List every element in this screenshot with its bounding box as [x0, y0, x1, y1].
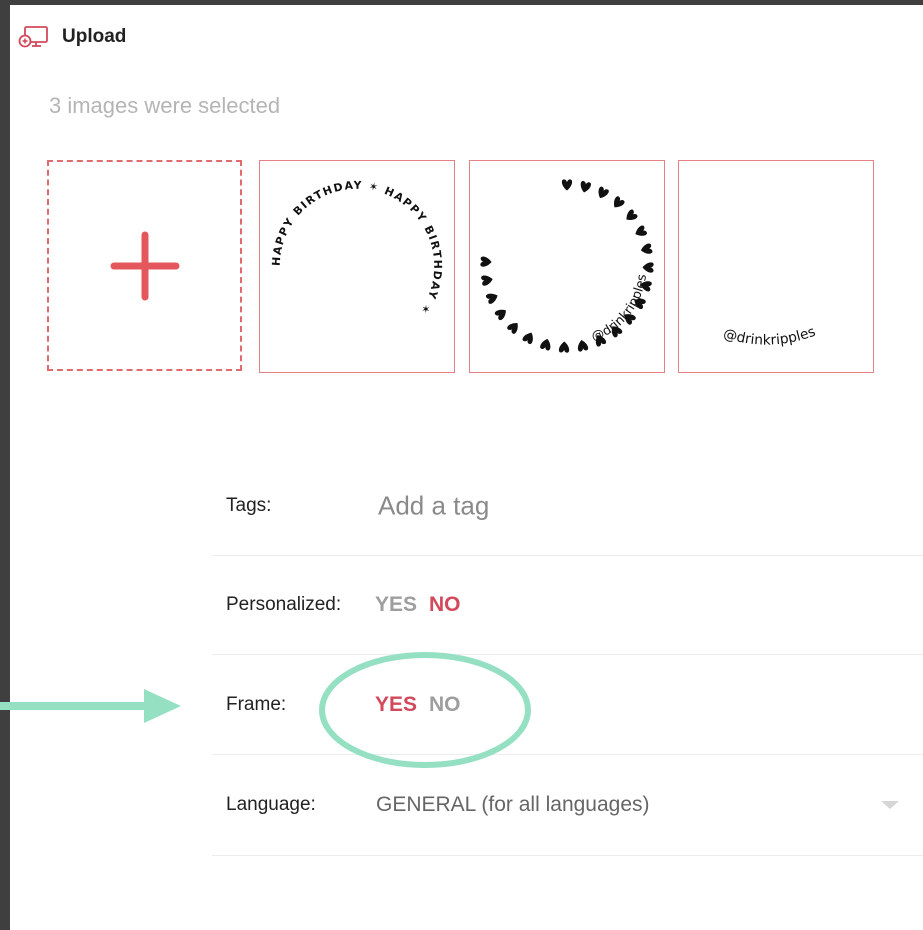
annotation-ellipse-icon [319, 652, 531, 768]
heart-icon [580, 180, 591, 193]
upload-monitor-icon [18, 24, 50, 50]
hearts-ring [480, 179, 654, 353]
image-caption: @drinkripples [721, 324, 817, 349]
heart-icon [577, 340, 589, 352]
chevron-down-icon [881, 801, 899, 809]
happy-birthday-ring-image: HAPPY BIRTHDAY ✶ HAPPY BIRTHDAY ✶ [270, 179, 445, 318]
language-select[interactable]: GENERAL (for all languages) [376, 788, 899, 822]
heart-icon [522, 332, 533, 345]
heart-icon [540, 338, 551, 351]
personalized-yes-option[interactable]: YES [375, 593, 417, 617]
heart-icon [485, 293, 498, 304]
tags-row: Tags: [212, 457, 923, 556]
frame-label: Frame: [226, 694, 287, 715]
panel-header: Upload [18, 23, 126, 51]
selected-count: 3 images were selected [49, 93, 281, 118]
heart-icon [635, 225, 647, 236]
image-thumbnail[interactable]: @drinkripples [469, 160, 665, 373]
heart-icon [558, 341, 570, 353]
heart-icon [561, 179, 573, 191]
personalized-label: Personalized: [226, 594, 342, 615]
heart-icon [626, 209, 638, 220]
hearts-ring-image: @drinkripples [480, 179, 654, 353]
image-thumbnail[interactable]: @drinkripples [678, 160, 874, 373]
heart-icon [480, 256, 492, 267]
svg-text:@drinkripples: @drinkripples [721, 324, 817, 349]
tag-input[interactable] [378, 490, 698, 522]
image-thumbnail[interactable]: HAPPY BIRTHDAY ✶ HAPPY BIRTHDAY ✶ [259, 160, 455, 373]
drinkripples-text-image: @drinkripples [721, 324, 817, 349]
language-value: GENERAL (for all languages) [376, 793, 650, 816]
heart-icon [494, 309, 506, 321]
panel-title: Upload [62, 26, 127, 47]
personalized-no-option[interactable]: NO [429, 593, 461, 617]
tags-label: Tags: [226, 495, 272, 516]
svg-text:HAPPY BIRTHDAY ✶ HAPPY BIRTHDA: HAPPY BIRTHDAY ✶ HAPPY BIRTHDAY ✶ [270, 179, 445, 318]
ring-text: HAPPY BIRTHDAY ✶ HAPPY BIRTHDAY ✶ [270, 179, 443, 318]
plus-icon [110, 231, 179, 300]
heart-icon [507, 322, 518, 334]
heart-icon [598, 186, 609, 199]
heart-icon [640, 243, 653, 254]
add-image-button[interactable] [47, 160, 242, 371]
heart-icon [481, 275, 493, 286]
language-label: Language: [226, 794, 316, 815]
annotation-arrow-icon [0, 689, 181, 723]
heart-icon [614, 196, 625, 208]
heart-icon [642, 262, 654, 273]
personalized-row: Personalized: YES NO [212, 556, 923, 655]
upload-panel: Upload 3 images were selected HAPPY BIRT… [10, 5, 923, 930]
